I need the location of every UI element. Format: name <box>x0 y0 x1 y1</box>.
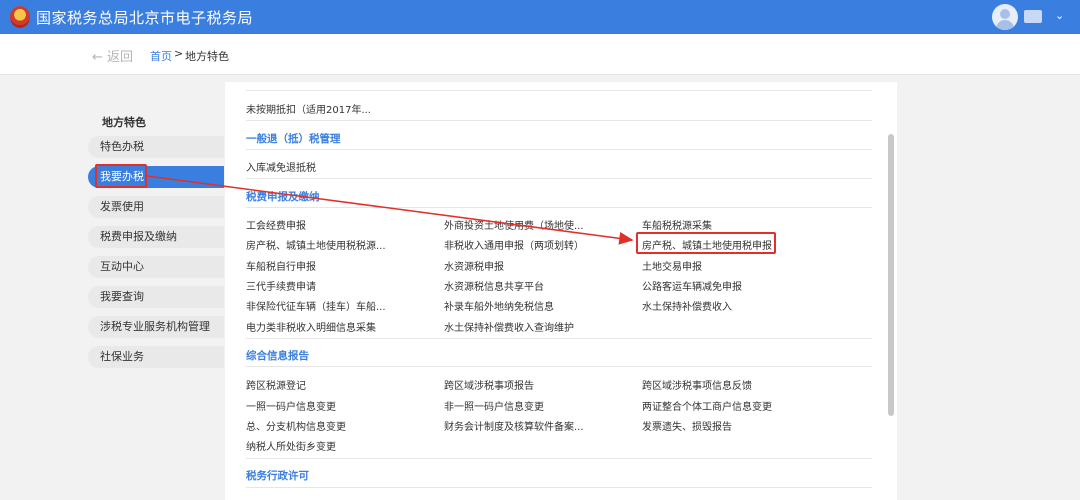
annotation-arrow <box>146 175 634 245</box>
